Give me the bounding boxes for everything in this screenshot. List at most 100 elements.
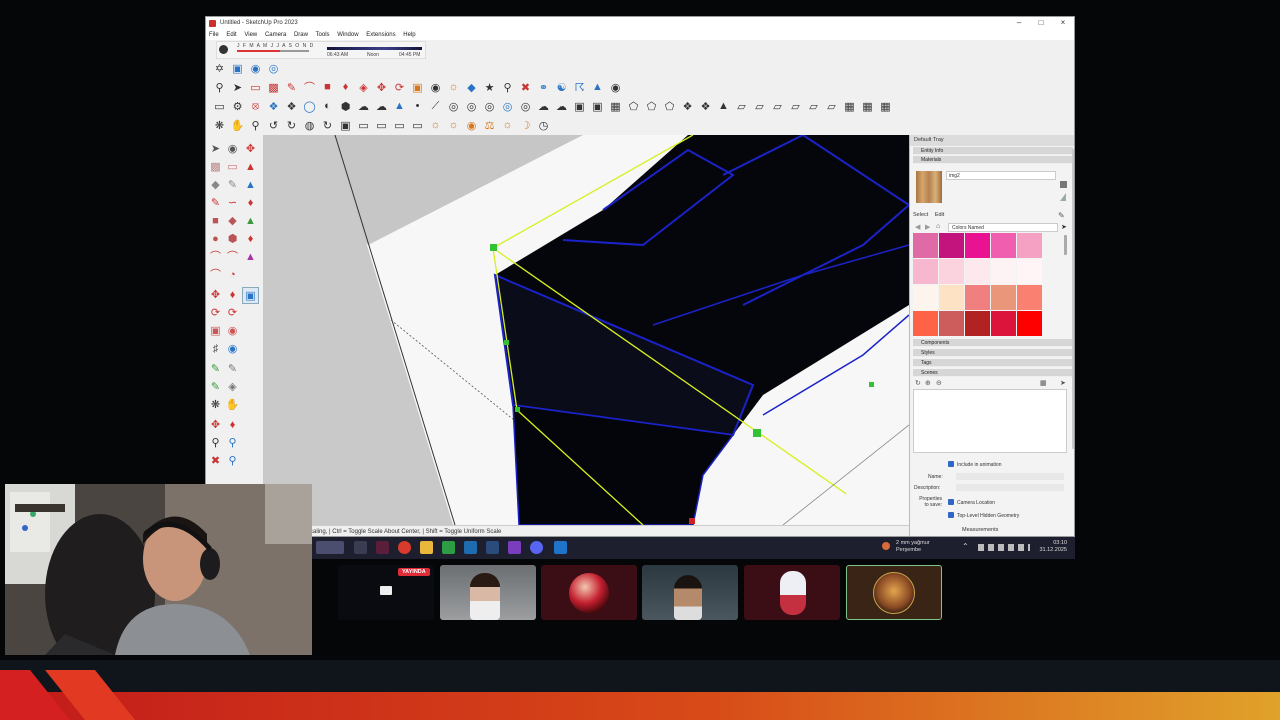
shadow-toggle-icon[interactable] (219, 45, 228, 54)
position-camera-icon[interactable]: ◍ (301, 117, 318, 134)
maximize-icon[interactable]: □ (1030, 17, 1052, 30)
color-swatch[interactable] (991, 259, 1016, 284)
components-header[interactable]: Components (913, 339, 1074, 347)
wireframe-icon[interactable]: ⬠ (625, 98, 642, 115)
polygon-icon[interactable]: ⬢ (337, 98, 354, 115)
section-plane-icon[interactable]: ☁ (553, 98, 570, 115)
freehand-icon[interactable]: ∽ (224, 195, 241, 212)
follow-me-2-icon[interactable]: ⟳ (224, 305, 241, 322)
menu-edit[interactable]: Edit (226, 32, 236, 38)
color-swatch[interactable] (939, 233, 964, 258)
style-2-icon[interactable]: ▭ (373, 117, 390, 134)
arc-3pt-icon[interactable]: ⌒ (207, 267, 224, 284)
text-tool-icon[interactable]: ◈ (224, 379, 241, 396)
style-3-icon[interactable]: ▭ (391, 117, 408, 134)
scale-grip-center[interactable] (753, 429, 761, 437)
protractor-icon[interactable]: ✎ (224, 361, 241, 378)
outer-shell-tool-icon[interactable]: ▲ (242, 249, 259, 266)
components-icon[interactable]: ❖ (265, 98, 282, 115)
color-swatch[interactable] (965, 233, 990, 258)
widgets-icon[interactable] (316, 541, 344, 554)
zoom-window-tool-icon[interactable]: ⚲ (224, 435, 241, 452)
pencil-icon[interactable]: ✎ (283, 79, 300, 96)
zoom-extents-tool-icon[interactable]: ✖ (207, 453, 224, 470)
tape-tool-icon[interactable]: ♯ (207, 341, 224, 358)
style-4-icon[interactable]: ▭ (409, 117, 426, 134)
move-tool-2-icon[interactable]: ✥ (207, 287, 224, 304)
edge-icon[interactable] (464, 541, 477, 554)
scale-grip-red[interactable] (689, 518, 695, 524)
task-view-icon[interactable] (354, 541, 367, 554)
color-swatch[interactable] (1017, 285, 1042, 310)
material-name-field[interactable]: img2 (946, 171, 1056, 180)
remove-scene-icon[interactable]: ⊖ (936, 379, 942, 387)
axis-tool-icon[interactable]: ▲ (242, 177, 259, 194)
drape-icon[interactable]: ▱ (787, 98, 804, 115)
push-pull-2-icon[interactable]: ♦ (224, 287, 241, 304)
arc-icon[interactable]: ⌒ (301, 79, 318, 96)
push-pull-icon[interactable]: ♦ (337, 79, 354, 96)
obs-icon[interactable] (508, 541, 521, 554)
sandbox-contours-icon[interactable]: ▲ (715, 98, 732, 115)
follow-me-tool-icon[interactable]: ▲ (242, 213, 259, 230)
color-swatch[interactable] (1017, 233, 1042, 258)
color-swatch[interactable] (965, 311, 990, 336)
extension-warehouse-icon[interactable]: ☯ (553, 79, 570, 96)
sketchy-icon[interactable]: ✥ (242, 141, 259, 158)
sandbox-scratch-icon[interactable]: ▱ (733, 98, 750, 115)
search-icon[interactable]: ⚲ (211, 79, 228, 96)
solid-trim-icon[interactable]: ◎ (499, 98, 516, 115)
line-tool-icon[interactable]: ✎ (207, 195, 224, 212)
menu-camera[interactable]: Camera (265, 32, 286, 38)
eraser-icon[interactable]: ▭ (247, 79, 264, 96)
paint-bucket-icon[interactable]: ▩ (265, 79, 282, 96)
month-slider[interactable] (237, 50, 309, 52)
color-swatch[interactable] (965, 285, 990, 310)
collection-dropdown[interactable]: Colors Named (948, 223, 1058, 232)
details-arrow-icon[interactable]: ➤ (1061, 223, 1067, 231)
rectangle-icon[interactable]: ■ (319, 79, 336, 96)
menu-tools[interactable]: Tools (316, 32, 330, 38)
create-material-icon[interactable] (1060, 181, 1067, 188)
time-slider[interactable] (327, 47, 422, 50)
tag-tool-icon[interactable]: ◆ (207, 177, 224, 194)
menu-view[interactable]: View (244, 32, 257, 38)
arc-2pt-icon[interactable]: ⌒ (224, 249, 241, 266)
call-tile-user-3[interactable] (541, 565, 637, 620)
match-photo-icon[interactable]: ⚖ (481, 117, 498, 134)
style-1-icon[interactable]: ▭ (355, 117, 372, 134)
material-preview[interactable] (916, 171, 942, 203)
circle-icon[interactable]: ◯ (301, 98, 318, 115)
zoom-window-icon[interactable]: ⚲ (247, 117, 264, 134)
refresh-scenes-icon[interactable]: ↻ (915, 379, 921, 387)
offset-tool-icon[interactable]: ♦ (242, 231, 259, 248)
open-icon[interactable]: ▭ (211, 98, 228, 115)
sample-paint-icon[interactable] (1060, 193, 1066, 201)
sketchup-taskbar-icon[interactable] (554, 541, 567, 554)
menu-draw[interactable]: Draw (294, 32, 308, 38)
group-icon[interactable]: ❖ (283, 98, 300, 115)
color-swatch[interactable] (913, 259, 938, 284)
grid-3-icon[interactable]: ▦ (877, 98, 894, 115)
discord-icon[interactable] (530, 541, 543, 554)
paint-tool-icon[interactable]: ▩ (207, 159, 224, 176)
solid-subtract-icon[interactable]: ◎ (481, 98, 498, 115)
circle-tool-icon[interactable]: ● (207, 231, 224, 248)
tab-select[interactable]: Select (913, 212, 928, 218)
section-cut-icon[interactable]: ▣ (589, 98, 606, 115)
walk-icon[interactable]: ↻ (319, 117, 336, 134)
scenes-list[interactable] (913, 389, 1067, 453)
offset-icon[interactable]: ◈ (355, 79, 372, 96)
xray-icon[interactable]: ▦ (607, 98, 624, 115)
color-swatch[interactable] (991, 233, 1016, 258)
iso-view-icon[interactable]: ▣ (229, 60, 246, 77)
scale-tool-icon[interactable]: ▣ (207, 323, 224, 340)
help-icon[interactable]: ◉ (607, 79, 624, 96)
entity-info-header[interactable]: Entity Info (913, 147, 1073, 155)
tray-chevron-icon[interactable]: ⌃ (962, 542, 969, 551)
swatch-scrollbar[interactable] (1064, 235, 1067, 255)
solid-split-icon[interactable]: ◎ (517, 98, 534, 115)
polygon-tool-icon[interactable]: ⬢ (224, 231, 241, 248)
zoom-icon[interactable]: ⚲ (499, 79, 516, 96)
arc-tool-icon[interactable]: ⌒ (207, 249, 224, 266)
